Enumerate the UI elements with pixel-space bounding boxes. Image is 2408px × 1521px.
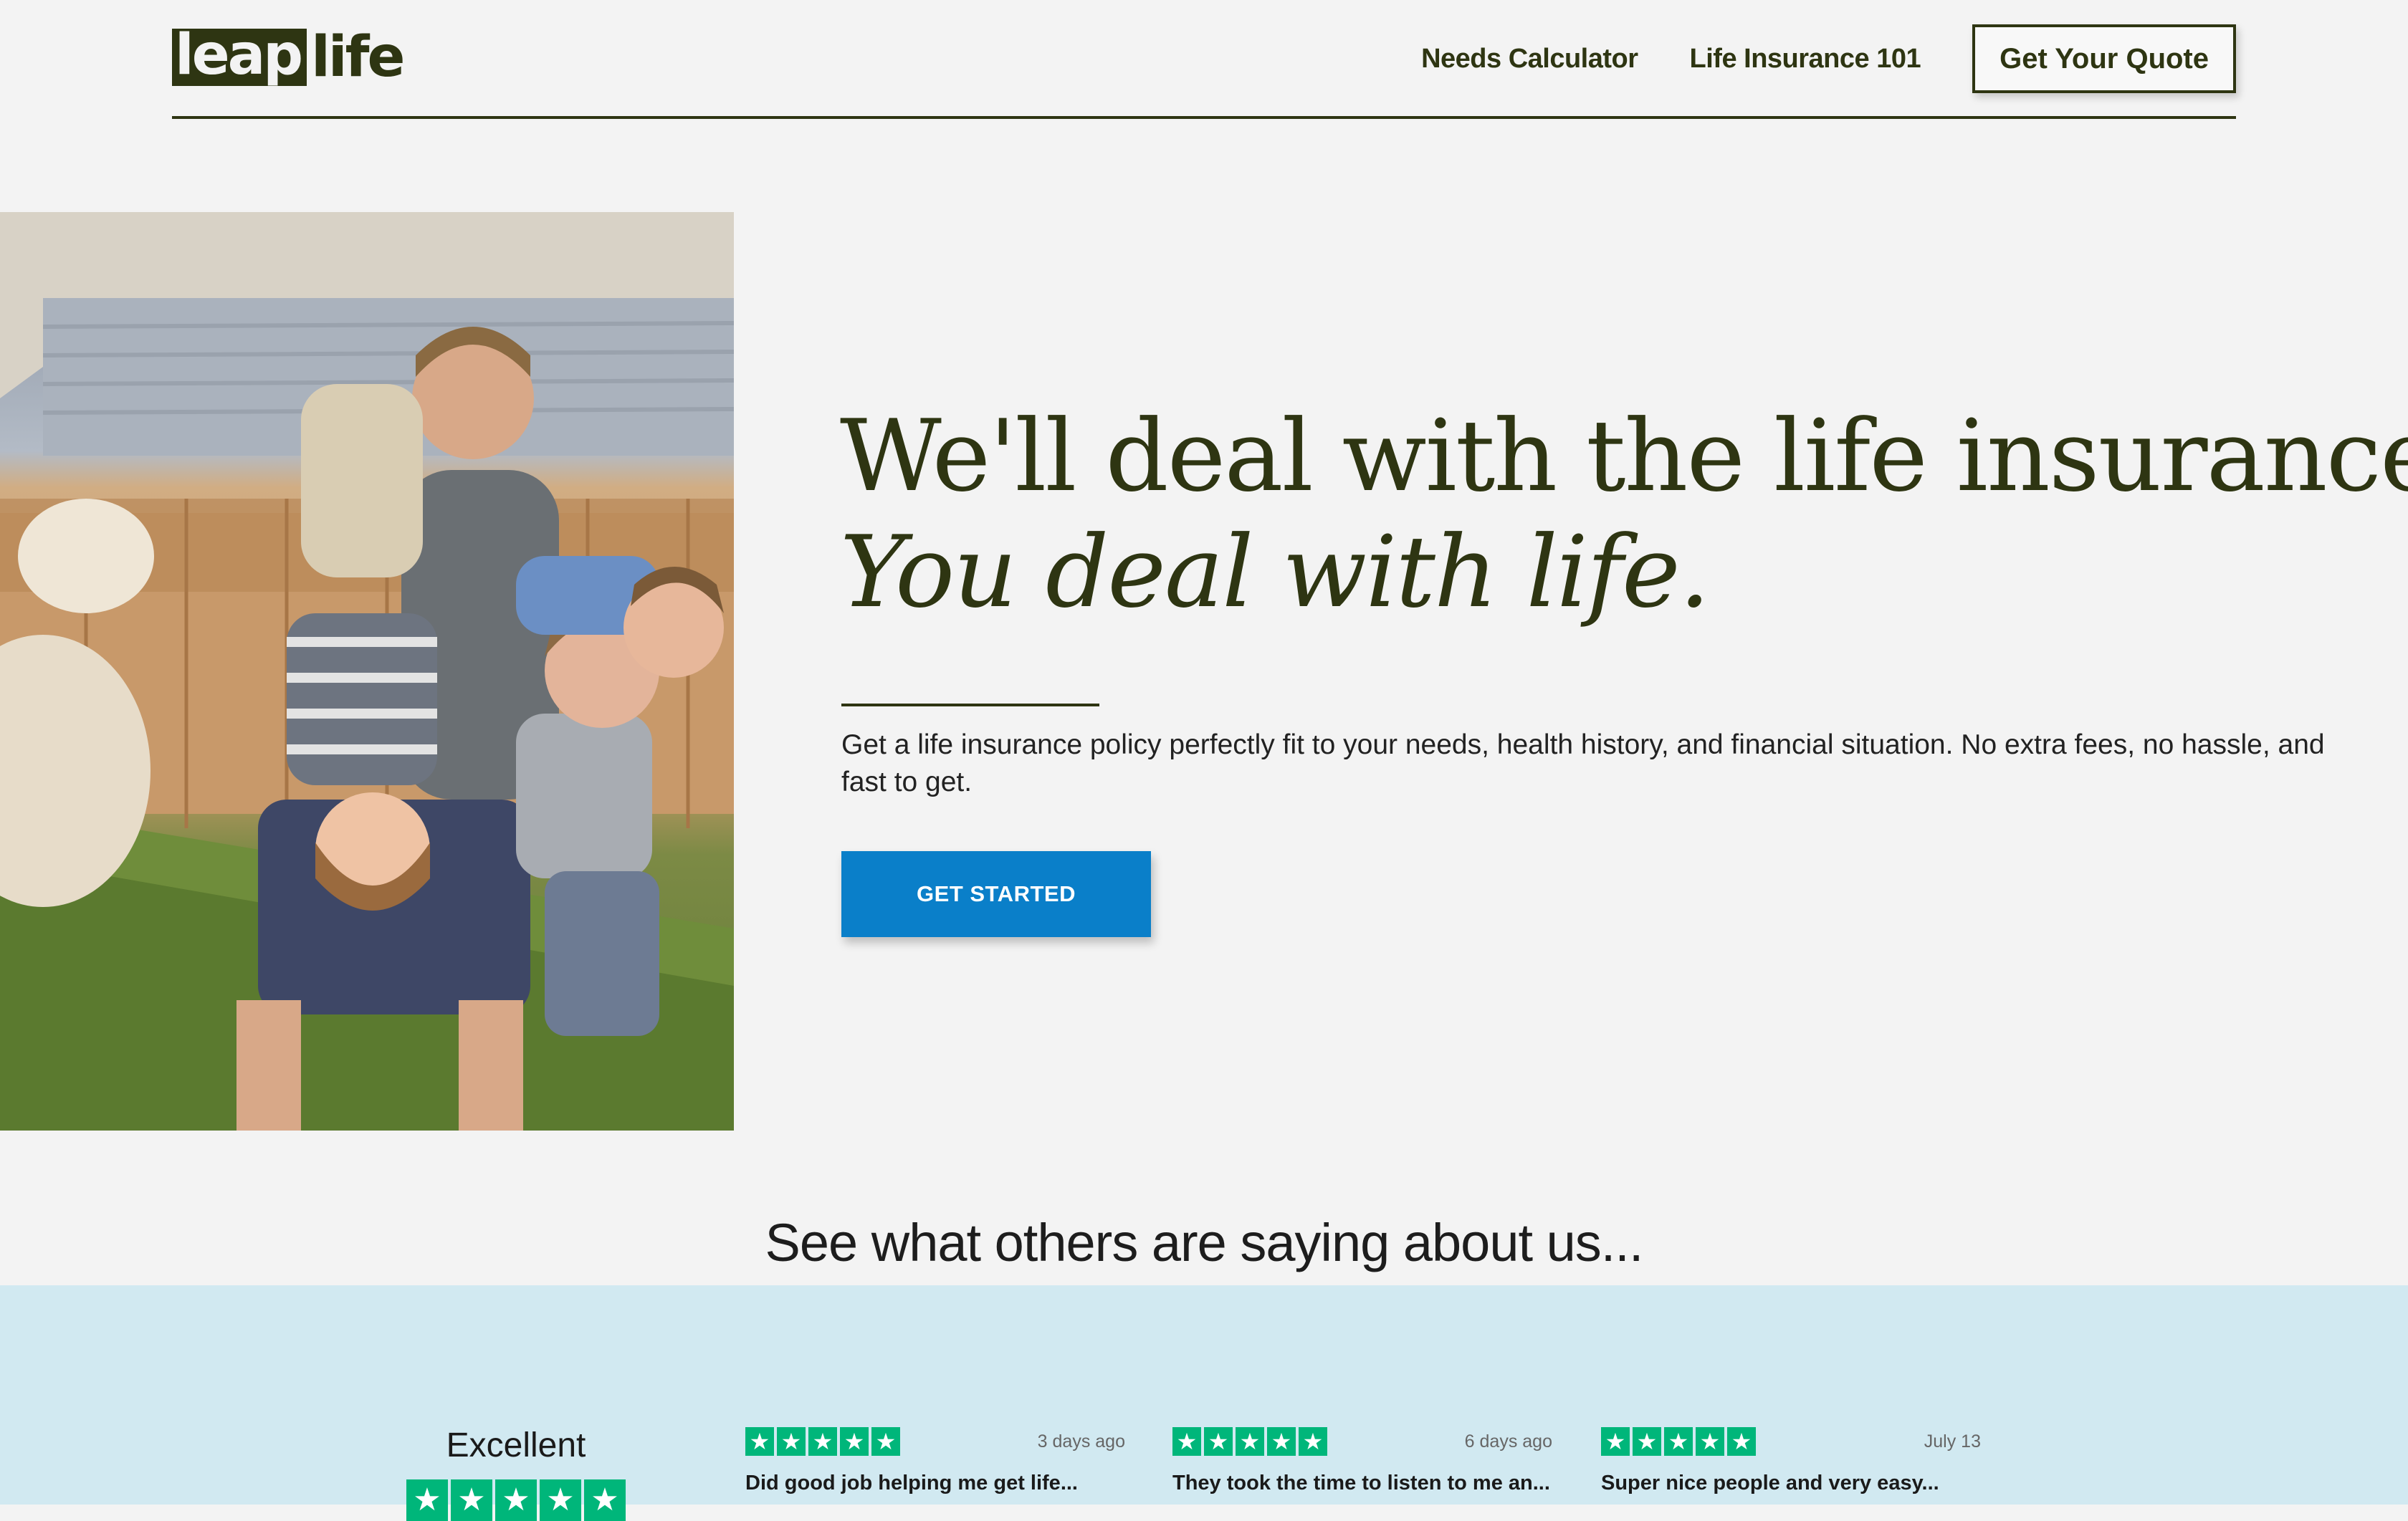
hero-subcopy: Get a life insurance policy perfectly fi… [841, 729, 2325, 797]
review-date: 6 days ago [1464, 1431, 1552, 1452]
logo-leap: leap [172, 27, 307, 86]
review-title: Did good job helping me get life... [745, 1472, 1078, 1494]
review-stars: ★ ★ ★ ★ ★ [745, 1427, 900, 1456]
star-icon: ★ [406, 1479, 448, 1521]
hero-family-photo [0, 212, 734, 1131]
star-icon: ★ [1727, 1427, 1756, 1456]
star-icon: ★ [808, 1427, 837, 1456]
review-stars: ★ ★ ★ ★ ★ [1601, 1427, 1756, 1456]
review-title: Super nice people and very easy... [1601, 1472, 1939, 1494]
star-icon: ★ [871, 1427, 900, 1456]
star-icon: ★ [1664, 1427, 1693, 1456]
review-stars: ★ ★ ★ ★ ★ [1172, 1427, 1327, 1456]
hero-photo-illustration [0, 212, 734, 1131]
review-date: 3 days ago [1037, 1431, 1125, 1452]
review-date: July 13 [1924, 1431, 1981, 1452]
summary-stars: ★ ★ ★ ★ ★ [401, 1479, 631, 1521]
review-card[interactable]: ★ ★ ★ ★ ★ 3 days ago Did good job helpin… [745, 1427, 1125, 1495]
main-nav: Needs Calculator Life Insurance 101 Get … [1421, 24, 2236, 93]
star-icon: ★ [1172, 1427, 1201, 1456]
star-icon: ★ [777, 1427, 806, 1456]
nav-needs-calculator[interactable]: Needs Calculator [1421, 44, 1638, 75]
review-card[interactable]: ★ ★ ★ ★ ★ 6 days ago They took the time … [1172, 1427, 1552, 1495]
star-icon: ★ [1236, 1427, 1264, 1456]
star-icon: ★ [451, 1479, 492, 1521]
headline-line-2: You deal with life. [840, 514, 1711, 630]
star-icon: ★ [745, 1427, 774, 1456]
review-card[interactable]: ★ ★ ★ ★ ★ July 13 Super nice people and … [1601, 1427, 1981, 1495]
nav-life-insurance-101[interactable]: Life Insurance 101 [1690, 44, 1921, 75]
star-icon: ★ [1696, 1427, 1724, 1456]
site-header: leap life Needs Calculator Life Insuranc… [172, 0, 2236, 119]
rating-word: Excellent [446, 1426, 586, 1464]
star-icon: ★ [1601, 1427, 1630, 1456]
star-icon: ★ [1633, 1427, 1661, 1456]
get-quote-button[interactable]: Get Your Quote [1972, 24, 2236, 93]
leaplife-logo[interactable]: leap life [172, 25, 405, 90]
star-icon: ★ [1299, 1427, 1327, 1456]
headline-divider [841, 704, 1099, 706]
headline-line-1: We'll deal with the life insurance. [840, 398, 2408, 514]
review-title: They took the time to listen to me an... [1172, 1472, 1550, 1494]
logo-life: life [311, 25, 405, 90]
star-icon: ★ [540, 1479, 581, 1521]
hero-headline: We'll deal with the life insurance. You … [840, 398, 2408, 630]
get-started-button[interactable]: GET STARTED [841, 851, 1151, 937]
star-icon: ★ [584, 1479, 626, 1521]
star-icon: ★ [1267, 1427, 1296, 1456]
trustpilot-summary[interactable]: Excellent ★ ★ ★ ★ ★ [401, 1426, 631, 1521]
reviews-heading: See what others are saying about us... [765, 1213, 1644, 1272]
star-icon: ★ [1204, 1427, 1233, 1456]
star-icon: ★ [840, 1427, 869, 1456]
star-icon: ★ [495, 1479, 537, 1521]
